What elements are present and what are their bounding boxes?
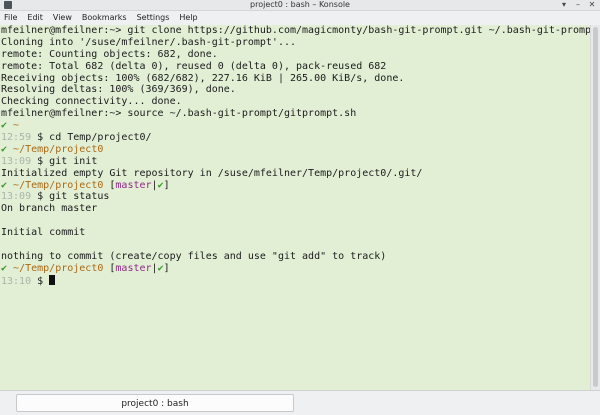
terminal-line: Checking connectivity... done. bbox=[1, 96, 590, 108]
prompt-path: ~/Temp/project0 bbox=[13, 143, 104, 155]
terminal-output[interactable]: mfeilner@mfeilner:~> git clone https://g… bbox=[0, 25, 590, 390]
prompt-time: 13:09 bbox=[1, 191, 32, 203]
terminal-line: Resolving deltas: 100% (369/369), done. bbox=[1, 84, 590, 96]
terminal-text: mfeilner@mfeilner:~> git clone https://g… bbox=[1, 25, 590, 36]
menu-bookmarks[interactable]: Bookmarks bbox=[82, 11, 127, 25]
terminal-scrollbar[interactable] bbox=[590, 25, 600, 390]
prompt-time: 13:10 bbox=[1, 275, 32, 287]
terminal-line: mfeilner@mfeilner:~> git clone https://g… bbox=[1, 25, 590, 37]
terminal-line: ✔ ~/Temp/project0 [master|✔] bbox=[1, 180, 590, 192]
prompt-path: ~ bbox=[13, 120, 20, 132]
terminal-line: remote: Counting objects: 682, done. bbox=[1, 49, 590, 61]
checkmark-icon: ✔ bbox=[1, 143, 14, 155]
terminal-line: Initialized empty Git repository in /sus… bbox=[1, 168, 590, 180]
terminal-text: mfeilner@mfeilner:~> source ~/.bash-git-… bbox=[1, 108, 357, 120]
terminal-text: Cloning into '/suse/mfeilner/.bash-git-p… bbox=[1, 36, 297, 48]
window-title: project0 : bash – Konsole bbox=[250, 0, 350, 9]
terminal-line: ✔ ~/Temp/project0 [master|✔] bbox=[1, 263, 590, 275]
terminal-line: ✔ ~/Temp/project0 bbox=[1, 144, 590, 156]
terminal-line: On branch master bbox=[1, 203, 590, 215]
tab-project0[interactable]: project0 : bash bbox=[16, 394, 294, 412]
minimize-icon[interactable]: – bbox=[573, 0, 583, 10]
terminal-text: nothing to commit (create/copy files and… bbox=[1, 250, 387, 262]
terminal-text: $ bbox=[31, 275, 50, 287]
window-menu-icon[interactable]: ▾ bbox=[559, 0, 569, 10]
terminal-line: nothing to commit (create/copy files and… bbox=[1, 251, 590, 263]
terminal-text: Checking connectivity... done. bbox=[1, 96, 182, 108]
terminal-text: [ bbox=[103, 179, 116, 191]
menu-edit[interactable]: Edit bbox=[27, 11, 43, 25]
terminal-text: $ git init bbox=[31, 155, 98, 167]
terminal-line: Receiving objects: 100% (682/682), 227.1… bbox=[1, 73, 590, 85]
menu-help[interactable]: Help bbox=[179, 11, 197, 25]
terminal-text: $ cd Temp/project0/ bbox=[31, 132, 152, 144]
text-cursor bbox=[49, 274, 56, 285]
terminal-line: 12:59 $ cd Temp/project0/ bbox=[1, 132, 590, 144]
menu-bar: File Edit View Bookmarks Settings Help bbox=[0, 11, 600, 25]
terminal-line: 13:09 $ git init bbox=[1, 156, 590, 168]
checkmark-icon: ✔ bbox=[1, 262, 14, 274]
terminal-line: 13:09 $ git status bbox=[1, 191, 590, 203]
terminal-text: ] bbox=[163, 179, 170, 191]
terminal-text: remote: Total 682 (delta 0), reused 0 (d… bbox=[1, 60, 387, 72]
prompt-time: 12:59 bbox=[1, 132, 32, 144]
close-icon[interactable]: ✕ bbox=[587, 0, 597, 10]
terminal-text: Resolving deltas: 100% (369/369), done. bbox=[1, 84, 236, 96]
terminal-line: ✔ ~ bbox=[1, 120, 590, 132]
terminal-line: 13:10 $ bbox=[1, 274, 590, 287]
prompt-path: ~/Temp/project0 bbox=[13, 262, 104, 274]
checkmark-icon: ✔ bbox=[1, 179, 14, 191]
terminal-line: mfeilner@mfeilner:~> source ~/.bash-git-… bbox=[1, 108, 590, 120]
git-branch: master bbox=[115, 179, 152, 191]
terminal-text: Initial commit bbox=[1, 227, 86, 239]
menu-settings[interactable]: Settings bbox=[137, 11, 170, 25]
tab-bar: project0 : bash bbox=[0, 390, 600, 415]
prompt-time: 13:09 bbox=[1, 155, 32, 167]
terminal-text: Receiving objects: 100% (682/682), 227.1… bbox=[1, 72, 405, 84]
git-branch: master bbox=[115, 262, 152, 274]
terminal-text: $ git status bbox=[31, 191, 110, 203]
terminal-text: Initialized empty Git repository in /sus… bbox=[1, 167, 423, 179]
prompt-path: ~/Temp/project0 bbox=[13, 179, 104, 191]
terminal-line: Cloning into '/suse/mfeilner/.bash-git-p… bbox=[1, 37, 590, 49]
terminal-line: Initial commit bbox=[1, 227, 590, 239]
terminal-text: remote: Counting objects: 682, done. bbox=[1, 48, 218, 60]
terminal-line: remote: Total 682 (delta 0), reused 0 (d… bbox=[1, 61, 590, 73]
window-titlebar[interactable]: project0 : bash – Konsole ▾ – ✕ bbox=[0, 0, 600, 11]
menu-file[interactable]: File bbox=[4, 11, 17, 25]
terminal-text: On branch master bbox=[1, 203, 98, 215]
checkmark-icon: ✔ bbox=[1, 120, 14, 132]
terminal-text: [ bbox=[103, 262, 116, 274]
menu-view[interactable]: View bbox=[53, 11, 72, 25]
scrollbar-thumb[interactable] bbox=[593, 27, 598, 387]
terminal-text: ] bbox=[163, 262, 170, 274]
